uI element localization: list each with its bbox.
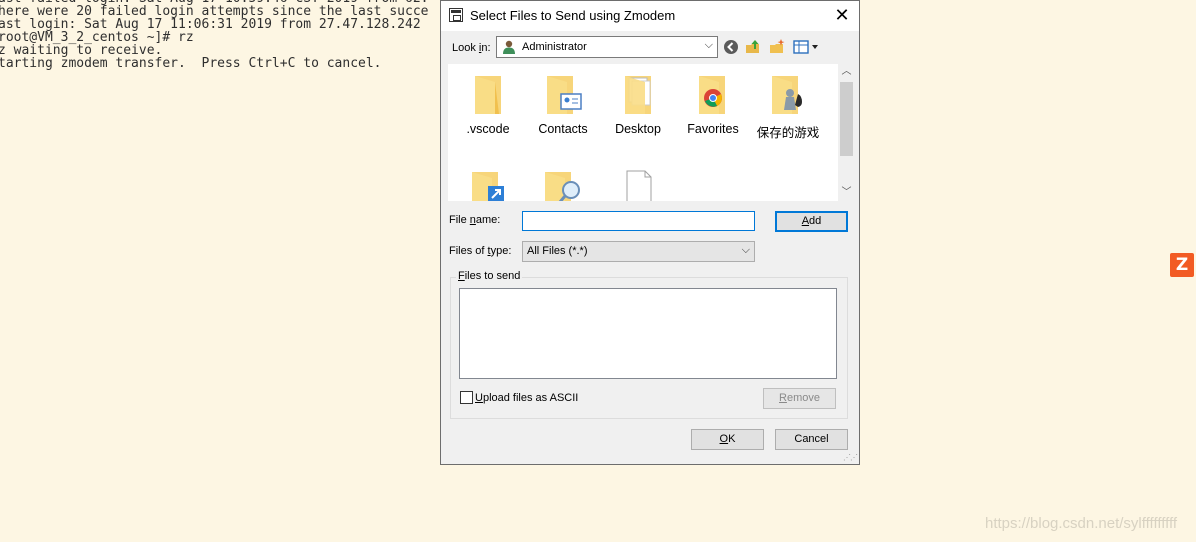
floating-widget-icon[interactable]: Z	[1170, 253, 1194, 277]
resize-grip-icon[interactable]: ⋰⋰	[843, 453, 858, 462]
contacts-folder-icon	[547, 76, 582, 114]
links-folder-icon	[472, 172, 504, 201]
terminal-output[interactable]: ast failed login: Sat Aug 17 10:59:46 CS…	[0, 0, 445, 542]
file-item-searches[interactable]	[528, 168, 598, 201]
files-to-send-label: Files to send	[456, 270, 523, 282]
title-bar[interactable]: Select Files to Send using Zmodem ✕	[441, 1, 859, 31]
terminal-line: tarting zmodem transfer. Press Ctrl+C to…	[0, 56, 382, 71]
file-name: .vscode	[466, 122, 510, 136]
desktop-folder-icon	[625, 76, 651, 114]
look-in-value: Administrator	[522, 41, 587, 53]
files-of-type-label: Files of type:	[449, 245, 512, 257]
look-in-label: Look in:	[452, 42, 491, 54]
scrollbar-thumb[interactable]	[840, 82, 853, 156]
file-item-desktop[interactable]: Desktop	[603, 72, 673, 136]
file-item-saved-games[interactable]: 保存的游戏	[753, 72, 823, 141]
file-icon	[626, 170, 652, 201]
scroll-down-icon[interactable]: ﹀	[838, 185, 855, 201]
cancel-button[interactable]: Cancel	[775, 429, 848, 450]
file-item-document[interactable]	[603, 168, 673, 201]
app-window-icon	[449, 8, 463, 22]
remove-button[interactable]: Remove	[763, 388, 836, 409]
chevron-down-icon: ⌵	[741, 244, 750, 256]
file-name: 保存的游戏	[756, 126, 820, 140]
file-item-vscode[interactable]: .vscode	[453, 72, 523, 136]
file-item-contacts[interactable]: Contacts	[528, 72, 598, 136]
look-in-dropdown[interactable]: Administrator ⌵	[496, 36, 718, 58]
ok-button[interactable]: OK	[691, 429, 764, 450]
searches-folder-icon	[545, 172, 580, 201]
upload-ascii-checkbox[interactable]	[460, 391, 473, 404]
user-icon	[503, 40, 515, 54]
watermark-text: https://blog.csdn.net/sylfffffffff	[985, 515, 1178, 532]
file-name-input[interactable]	[522, 211, 755, 231]
file-name: Desktop	[615, 122, 661, 136]
file-item-favorites[interactable]: Favorites	[678, 72, 748, 136]
files-to-send-list[interactable]	[459, 288, 837, 379]
files-of-type-value: All Files (*.*)	[527, 245, 588, 257]
up-folder-icon[interactable]	[745, 39, 761, 55]
file-list-scrollbar[interactable]: ︿ ﹀	[838, 64, 855, 201]
back-icon[interactable]	[723, 39, 739, 55]
file-list-view[interactable]: .vscode Contacts Desktop Favorites 保存的游戏…	[448, 64, 855, 201]
files-of-type-dropdown[interactable]: All Files (*.*) ⌵	[522, 241, 755, 262]
add-button[interactable]: Add	[775, 211, 848, 232]
close-button[interactable]: ✕	[825, 1, 859, 31]
file-name: Favorites	[687, 122, 739, 136]
favorites-folder-icon	[699, 76, 725, 114]
dialog-title: Select Files to Send using Zmodem	[470, 8, 676, 23]
saved-games-folder-icon	[772, 76, 802, 114]
folder-icon	[475, 76, 501, 114]
scroll-up-icon[interactable]: ︿	[838, 64, 855, 80]
file-dialog: Select Files to Send using Zmodem ✕ Look…	[440, 0, 860, 465]
upload-ascii-label[interactable]: Upload files as ASCII	[475, 392, 578, 404]
view-menu-icon[interactable]	[793, 39, 821, 55]
new-folder-icon[interactable]	[769, 39, 785, 55]
chevron-down-icon: ⌵	[704, 39, 713, 51]
file-name-label: File name:	[449, 214, 501, 226]
file-item-links[interactable]	[453, 168, 523, 201]
file-name: Contacts	[538, 122, 588, 136]
